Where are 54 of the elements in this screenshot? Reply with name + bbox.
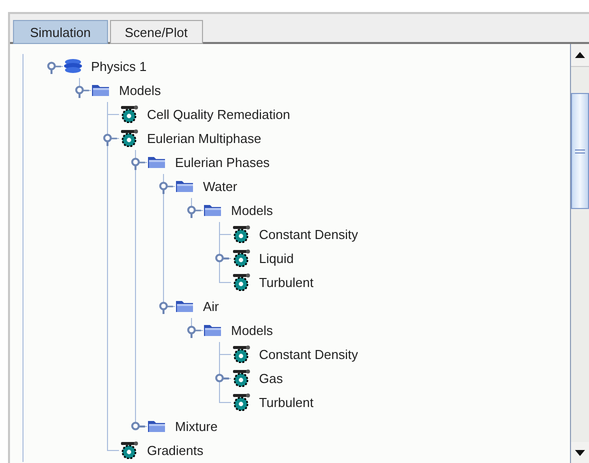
tree-item[interactable]: Eulerian Phases — [175, 154, 270, 170]
expanded-handle-icon[interactable] — [75, 86, 89, 98]
scroll-down-button[interactable] — [571, 442, 589, 463]
tree-item[interactable]: Mixture — [175, 418, 218, 434]
folder-icon — [147, 154, 167, 170]
tree-item[interactable]: Gas — [259, 370, 283, 386]
tree-item[interactable]: Constant Density — [259, 226, 358, 242]
expanded-handle-icon[interactable] — [159, 182, 173, 194]
tree-item[interactable]: Gradients — [147, 442, 204, 458]
collapsed-handle-icon[interactable] — [215, 254, 229, 262]
grip-icon — [575, 148, 585, 154]
expanded-handle-icon[interactable] — [159, 302, 173, 314]
folder-icon — [203, 202, 223, 218]
tree-item[interactable]: Turbulent — [259, 394, 314, 410]
tree-item[interactable]: Liquid — [259, 250, 294, 266]
tab[interactable]: Scene/Plot — [110, 20, 203, 44]
folder-icon — [175, 178, 195, 194]
tree-item[interactable]: Cell Quality Remediation — [147, 106, 290, 122]
scroll-thumb[interactable] — [571, 93, 589, 209]
down-arrow-icon — [575, 450, 585, 456]
tab[interactable]: Simulation — [13, 20, 108, 44]
collapsed-handle-icon[interactable] — [131, 422, 145, 430]
expanded-handle-icon[interactable] — [47, 62, 61, 74]
tree-item[interactable]: Models — [231, 322, 273, 338]
tree-item[interactable]: Models — [119, 82, 161, 98]
gear-wrench-icon — [231, 345, 251, 363]
expanded-handle-icon[interactable] — [187, 326, 201, 338]
expanded-handle-icon[interactable] — [103, 134, 117, 146]
expanded-handle-icon[interactable] — [131, 158, 145, 170]
gear-wrench-icon — [119, 441, 139, 459]
folder-icon — [175, 298, 195, 314]
tree-item[interactable]: Eulerian Multiphase — [147, 130, 262, 146]
folder-icon — [147, 418, 167, 434]
scrollbar[interactable] — [570, 44, 589, 463]
gear-wrench-icon — [231, 393, 251, 411]
folder-icon — [203, 322, 223, 338]
expanded-handle-icon[interactable] — [187, 206, 201, 218]
collapsed-handle-icon[interactable] — [215, 374, 229, 382]
gear-wrench-icon — [231, 273, 251, 291]
gear-wrench-icon — [119, 129, 139, 147]
scroll-up-button[interactable] — [571, 44, 589, 67]
gear-wrench-icon — [231, 249, 251, 267]
tree-item[interactable]: Constant Density — [259, 346, 358, 362]
gear-wrench-icon — [119, 105, 139, 123]
tree-item[interactable]: Physics 1 — [91, 58, 147, 74]
folder-icon — [91, 82, 111, 98]
tree-item[interactable]: Air — [203, 298, 219, 314]
tree-item[interactable]: Water — [203, 178, 238, 194]
tree-item[interactable]: Turbulent — [259, 274, 314, 290]
tree-item[interactable]: Models — [231, 202, 273, 218]
gear-wrench-icon — [231, 369, 251, 387]
gear-wrench-icon — [231, 225, 251, 243]
physics-icon — [63, 58, 83, 74]
up-arrow-icon — [575, 52, 585, 58]
